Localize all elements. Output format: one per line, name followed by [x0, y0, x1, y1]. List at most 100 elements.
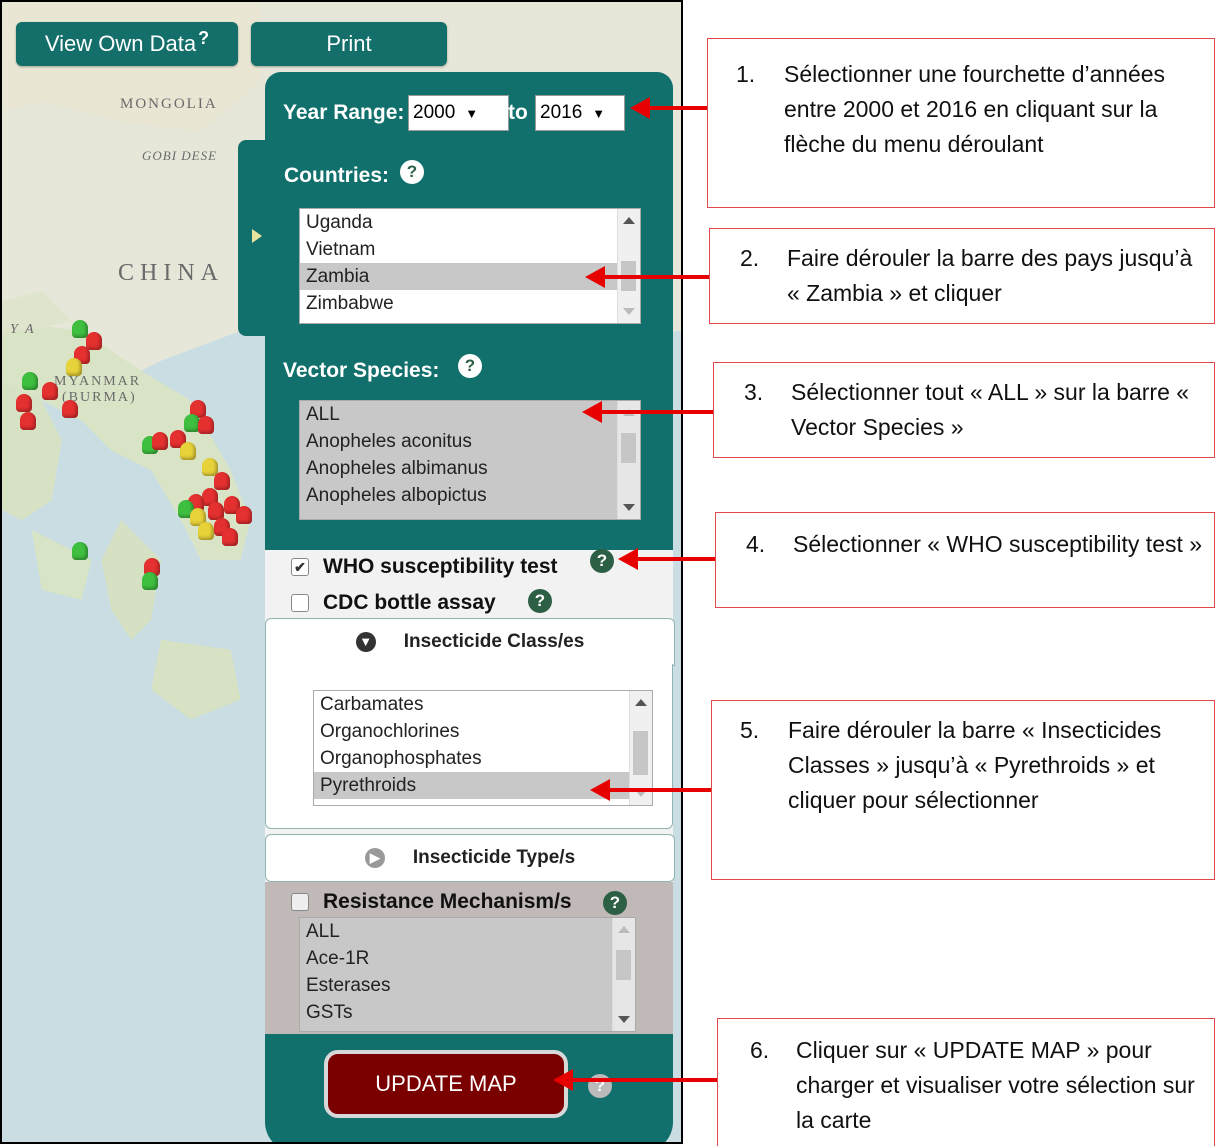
scroll-down-icon[interactable] [618, 1016, 630, 1023]
resistance-option[interactable]: Resistance Mechanism/s [291, 890, 572, 914]
map-marker-yellow[interactable] [198, 522, 214, 540]
who-test-checkbox[interactable]: ✔ [291, 558, 309, 576]
scroll-thumb[interactable] [633, 731, 648, 775]
list-item[interactable]: Anopheles albimanus [300, 455, 640, 482]
map-marker-red[interactable] [16, 394, 32, 412]
resistance-checkbox[interactable] [291, 893, 309, 911]
insecticide-type-label: Insecticide Type/s [412, 847, 576, 868]
list-item[interactable]: Vietnam [300, 236, 640, 263]
arrowhead-icon [630, 97, 650, 119]
map-marker-red[interactable] [86, 332, 102, 350]
scroll-down-icon[interactable] [623, 504, 635, 511]
cdc-assay-option[interactable]: CDC bottle assay [291, 591, 496, 615]
vector-species-help-icon[interactable]: ? [458, 354, 482, 378]
scroll-down-icon[interactable] [623, 308, 635, 315]
map-label-mongolia: MONGOLIA [120, 96, 218, 112]
view-own-data-button[interactable]: View Own Data ? [16, 22, 238, 66]
insecticide-class-label: Insecticide Class/es [403, 631, 585, 652]
arrowhead-icon [618, 548, 638, 570]
callout-6-text: Cliquer sur « UPDATE MAP » pour charger … [796, 1037, 1195, 1133]
callout-6-number: 6. [750, 1037, 770, 1063]
map-marker-green[interactable] [22, 372, 38, 390]
map-label-gobi: GOBI DESE [142, 148, 218, 163]
map-marker-red[interactable] [42, 382, 58, 400]
map-marker-red[interactable] [152, 432, 168, 450]
scroll-up-icon[interactable] [623, 217, 635, 224]
callout-6: 6. Cliquer sur « UPDATE MAP » pour charg… [717, 1018, 1215, 1146]
map-label-partial: Y A [10, 322, 36, 337]
insecticide-class-header[interactable]: ▼ Insecticide Class/es [265, 618, 675, 666]
map-marker-red[interactable] [214, 472, 230, 490]
countries-scrollbar[interactable] [617, 209, 640, 323]
print-button[interactable]: Print [251, 22, 447, 66]
map-marker-red[interactable] [222, 528, 238, 546]
cdc-assay-help-icon[interactable]: ? [528, 589, 552, 613]
map-marker-yellow[interactable] [66, 358, 82, 376]
list-item[interactable]: Ace-1R [300, 945, 635, 972]
view-own-data-label: View Own Data [44, 31, 197, 56]
map-marker-green[interactable] [142, 572, 158, 590]
species-scrollbar[interactable] [617, 401, 640, 519]
list-item[interactable]: Anopheles albopictus [300, 482, 640, 509]
arrow-2 [585, 266, 709, 288]
map-marker-green[interactable] [72, 320, 88, 338]
map-marker-red[interactable] [20, 412, 36, 430]
year-from-value: 2000 [413, 102, 456, 123]
arrow-5 [590, 779, 711, 801]
map-label-china: CHINA [118, 260, 224, 286]
scroll-up-icon[interactable] [618, 926, 630, 933]
map-marker-red[interactable] [62, 400, 78, 418]
expand-arrow-icon[interactable] [252, 229, 262, 243]
arrowhead-icon [553, 1069, 573, 1091]
arrowhead-icon [582, 401, 602, 423]
chevron-right-icon: ▶ [364, 848, 385, 868]
map-marker-red[interactable] [198, 416, 214, 434]
scroll-thumb[interactable] [621, 433, 636, 463]
list-item[interactable]: GSTs [300, 999, 635, 1026]
insecticide-type-header[interactable]: ▶ Insecticide Type/s [265, 834, 675, 882]
callout-5-number: 5. [740, 717, 760, 743]
resistance-listbox[interactable]: ALL Ace-1R Esterases GSTs [299, 917, 636, 1032]
list-item[interactable]: Carbamates [314, 691, 652, 718]
callout-1-text: Sélectionner une fourchette d’années ent… [784, 61, 1166, 157]
year-to-select[interactable]: 2016 ▼ [535, 95, 625, 131]
resistance-scrollbar[interactable] [612, 918, 635, 1031]
scroll-up-icon[interactable] [635, 699, 647, 706]
app-screenshot: MONGOLIA GOBI DESE CHINA Y A MYANMAR (BU… [0, 0, 683, 1144]
cdc-assay-label: CDC bottle assay [323, 591, 496, 614]
arrowhead-icon [585, 266, 605, 288]
update-map-button[interactable]: UPDATE MAP [324, 1050, 568, 1118]
arrow-3 [582, 401, 713, 423]
callout-4: 4. Sélectionner « WHO susceptibility tes… [715, 512, 1215, 608]
list-item[interactable]: Organochlorines [314, 718, 652, 745]
cdc-assay-checkbox[interactable] [291, 594, 309, 612]
arrow-6 [553, 1069, 717, 1091]
callout-3-number: 3. [744, 379, 764, 405]
list-item[interactable]: ALL [300, 918, 635, 945]
callout-4-text: Sélectionner « WHO susceptibility test » [793, 531, 1203, 557]
scroll-thumb[interactable] [616, 950, 631, 980]
map-marker-yellow[interactable] [180, 442, 196, 460]
list-item[interactable]: Zimbabwe [300, 290, 640, 317]
map-marker-green[interactable] [72, 542, 88, 560]
list-item[interactable]: Uganda [300, 209, 640, 236]
callout-1-number: 1. [736, 61, 756, 87]
list-item[interactable]: Organophosphates [314, 745, 652, 772]
year-from-select[interactable]: 2000 ▼ [408, 95, 509, 131]
vector-species-label: Vector Species: [283, 359, 440, 382]
callout-3-text: Sélectionner tout « ALL » sur la barre «… [791, 379, 1190, 440]
map-marker-red[interactable] [236, 506, 252, 524]
callout-2-number: 2. [740, 245, 760, 271]
who-test-option[interactable]: ✔ WHO susceptibility test [291, 555, 558, 579]
resistance-help-icon[interactable]: ? [603, 891, 627, 915]
list-item[interactable]: Esterases [300, 972, 635, 999]
list-item[interactable]: Anopheles aconitus [300, 428, 640, 455]
view-own-data-help-icon[interactable]: ? [198, 28, 209, 49]
arrow-4 [618, 548, 715, 570]
who-test-help-icon[interactable]: ? [590, 549, 614, 573]
callout-2-text: Faire dérouler la barre des pays jusqu’à… [787, 245, 1193, 306]
countries-help-icon[interactable]: ? [400, 160, 424, 184]
callout-5: 5. Faire dérouler la barre « Insecticide… [711, 700, 1215, 880]
resistance-label: Resistance Mechanism/s [323, 890, 572, 913]
who-test-label: WHO susceptibility test [323, 555, 558, 578]
